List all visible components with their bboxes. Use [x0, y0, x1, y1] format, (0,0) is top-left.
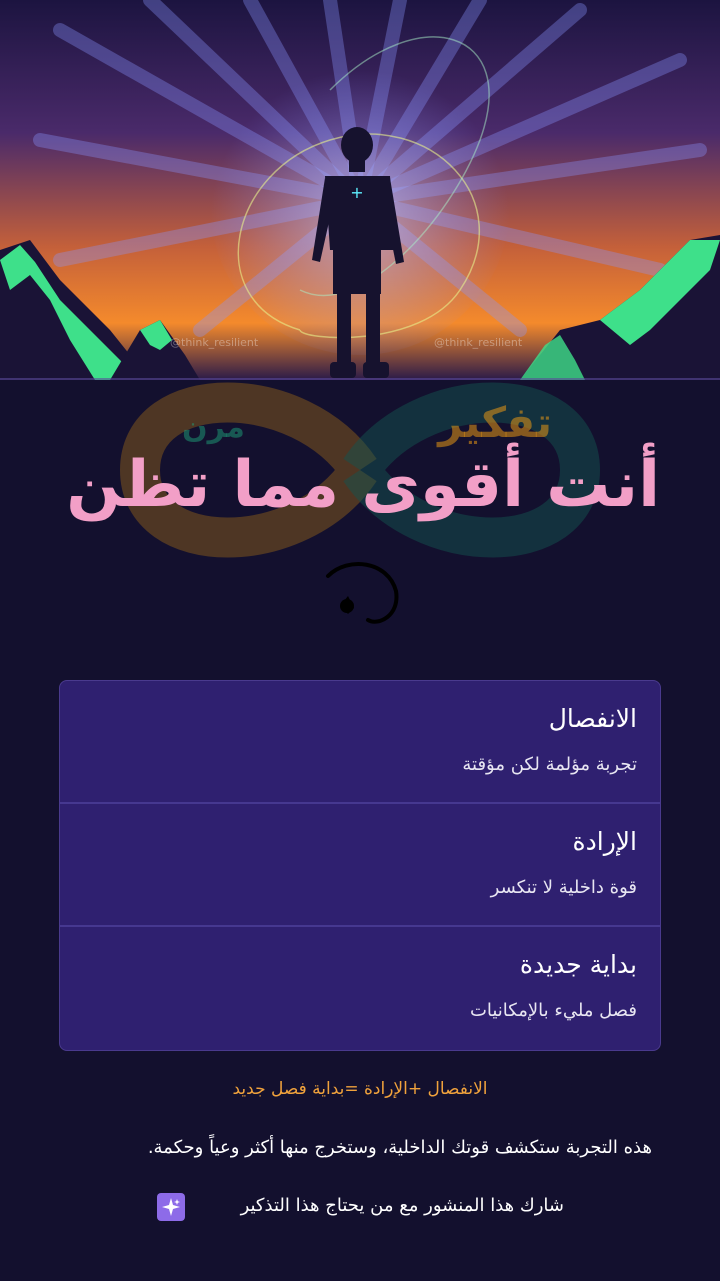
card-row-title: بداية جديدة — [519, 950, 637, 979]
svg-text:+: + — [350, 183, 363, 202]
logo-wordmark-main: تفكير — [438, 398, 552, 447]
card-row-description: قوة داخلية لا تنكسر — [490, 877, 637, 898]
card-row-willpower: الإرادة قوة داخلية لا تنكسر — [60, 804, 660, 927]
body-paragraph: هذه التجربة ستكشف قوتك الداخلية، وستخرج … — [147, 1137, 652, 1158]
watermark-handle-right: @think_resilient — [434, 336, 523, 349]
page-headline: أنت أقوى مما تظن — [66, 448, 660, 522]
share-prompt: شارك هذا المنشور مع من يحتاج هذا التذكير — [240, 1195, 564, 1216]
watermark-handle-left: @think_resilient — [170, 336, 259, 349]
sparkle-icon-glyph — [162, 1198, 180, 1216]
logo-wordmark-sub: مرن — [182, 410, 245, 445]
card-row-title: الانفصال — [548, 704, 637, 733]
hero-illustration: + — [0, 0, 720, 380]
card-row-new-beginning: بداية جديدة فصل مليء بالإمكانيات — [60, 927, 660, 1050]
card-row-description: تجربة مؤلمة لكن مؤقتة — [462, 754, 637, 775]
info-card: الانفصال تجربة مؤلمة لكن مؤقتة الإرادة ق… — [59, 680, 661, 1051]
sparkle-icon — [157, 1193, 185, 1221]
formula-text: الانفصال +الإرادة =بداية فصل جديد — [232, 1079, 488, 1099]
card-row-separation: الانفصال تجربة مؤلمة لكن مؤقتة — [60, 681, 660, 804]
hero-scene: + — [0, 0, 720, 380]
card-row-description: فصل مليء بالإمكانيات — [469, 1000, 637, 1021]
card-row-title: الإرادة — [572, 827, 637, 856]
scribble-doodle-icon — [326, 562, 399, 624]
